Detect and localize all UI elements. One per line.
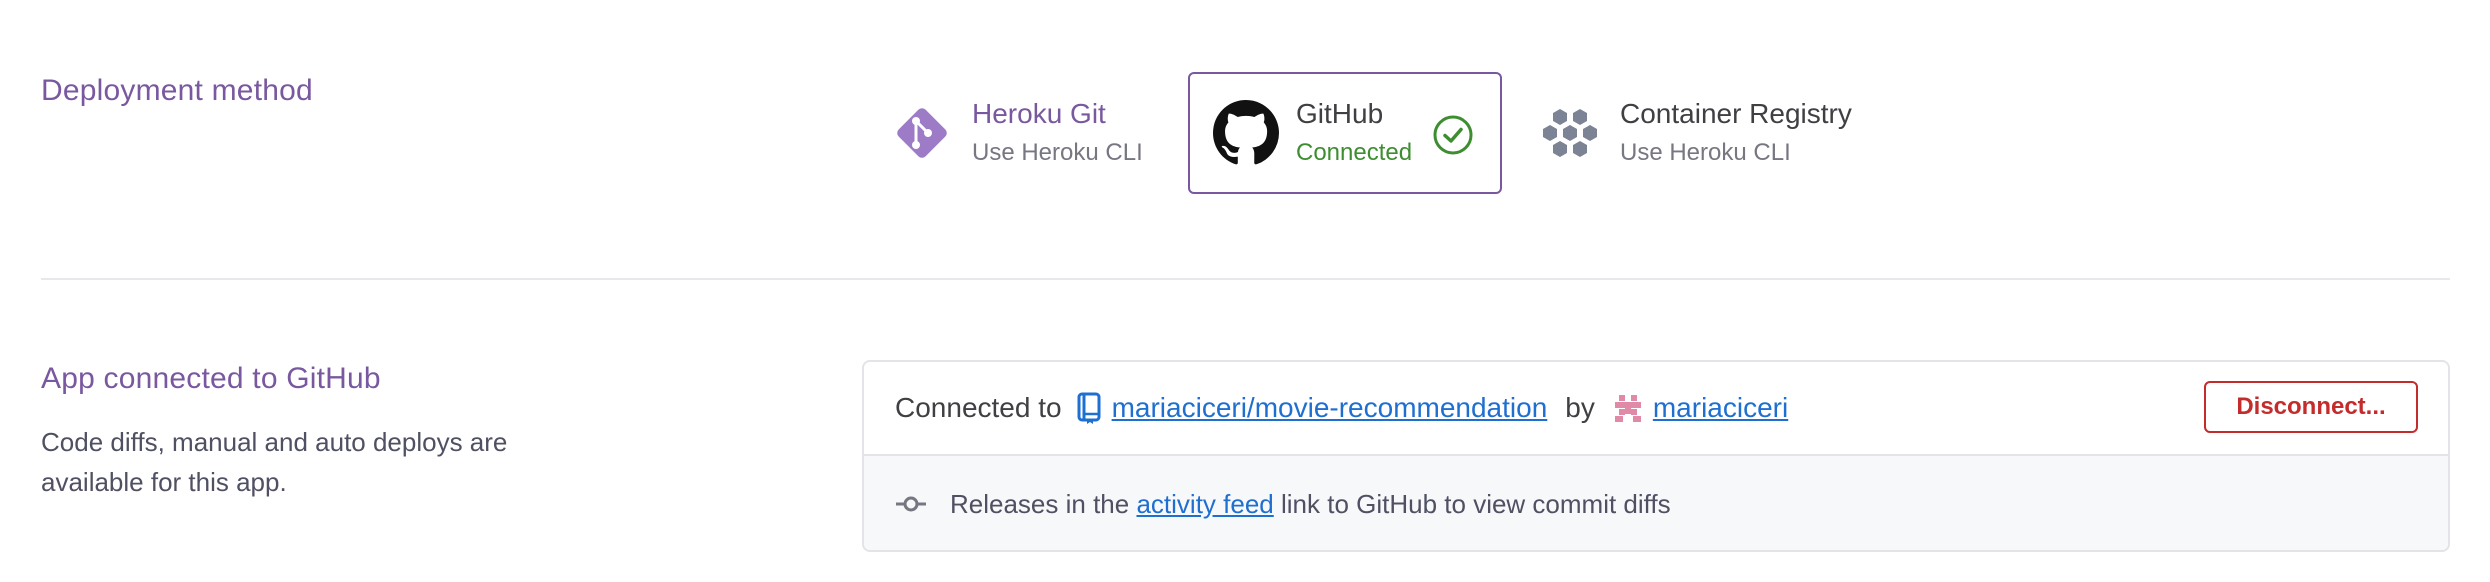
container-registry-icon [1536,99,1604,167]
github-icon [1212,99,1280,167]
section-divider [41,278,2450,280]
releases-prefix: Releases in the [950,488,1130,519]
method-name: Heroku Git [972,98,1106,129]
commit-icon [896,496,926,512]
disconnect-button[interactable]: Disconnect... [2204,381,2418,433]
method-name: GitHub [1296,98,1384,129]
releases-info-row: Releases in the activity feed link to Gi… [864,454,2448,550]
method-heroku-git[interactable]: Heroku Git Use Heroku CLI [888,72,1188,194]
method-name: Container Registry [1620,98,1852,129]
method-subtitle: Use Heroku CLI [972,139,1143,166]
activity-feed-link[interactable]: activity feed [1136,489,1273,520]
github-connection-panel: Connected to mariaciceri/movie-recommend… [862,360,2450,552]
by-label: by [1565,392,1595,423]
repo-link[interactable]: mariaciceri/movie-recommendation [1112,392,1548,424]
user-link[interactable]: mariaciceri [1653,392,1788,424]
deployment-method-heading: Deployment method [41,74,313,107]
repo-icon [1077,392,1101,424]
connected-to-label: Connected to [895,392,1062,423]
deploy-settings-page: Deployment method Heroku Git Use Heroku … [0,0,2490,582]
heroku-git-icon [888,99,956,167]
method-container-registry[interactable]: Container Registry Use Heroku CLI [1536,72,1936,194]
method-status: Connected [1296,139,1413,166]
app-connected-description: Code diffs, manual and auto deploys are … [41,427,508,497]
method-subtitle: Use Heroku CLI [1620,139,1791,166]
method-github[interactable]: GitHub Connected [1188,72,1502,194]
check-circle-icon [1433,115,1473,155]
app-connected-heading: App connected to GitHub [41,362,381,395]
connection-row: Connected to mariaciceri/movie-recommend… [864,362,2448,454]
releases-suffix: link to GitHub to view commit diffs [1281,488,1671,519]
user-avatar-icon [1612,393,1643,423]
